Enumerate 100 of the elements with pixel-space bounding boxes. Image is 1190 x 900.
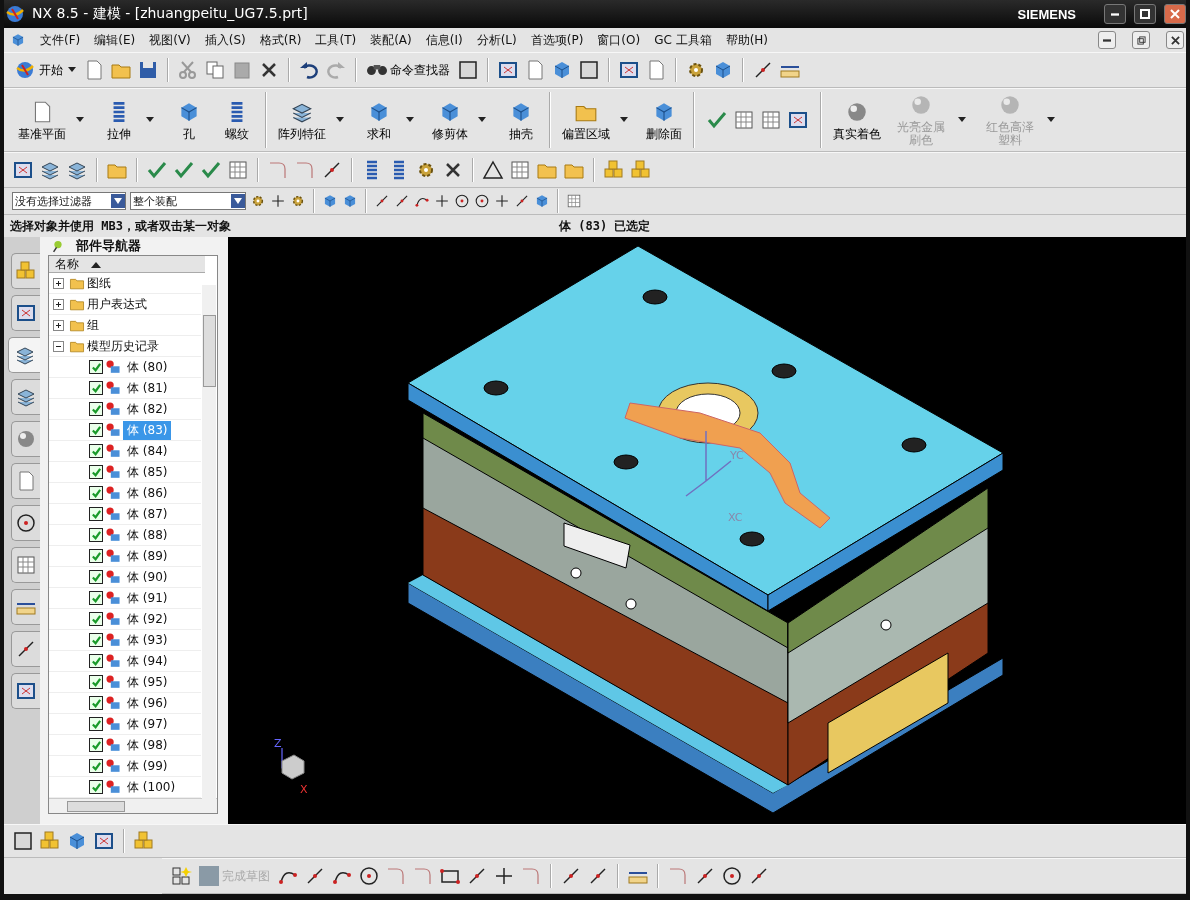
- check-icon[interactable]: [146, 159, 168, 181]
- start-button[interactable]: 开始: [12, 59, 78, 81]
- copy-icon[interactable]: [204, 59, 226, 81]
- tree-item[interactable]: 体 (99): [123, 756, 172, 776]
- menu-item[interactable]: 窗口(O): [597, 31, 641, 49]
- tree-item[interactable]: 体 (84): [123, 441, 172, 461]
- command-finder-button[interactable]: 命令查找器: [365, 61, 452, 79]
- tree-item[interactable]: 体 (96): [123, 693, 172, 713]
- plus-icon[interactable]: [493, 865, 515, 887]
- tree-item[interactable]: 体 (80): [123, 357, 172, 377]
- checkbox[interactable]: [89, 423, 103, 437]
- feature-button[interactable]: 删除面: [640, 97, 688, 143]
- checkbox[interactable]: [89, 402, 103, 416]
- resource-tab[interactable]: [11, 505, 40, 541]
- tree-item[interactable]: 模型历史记录: [87, 337, 159, 355]
- menu-item[interactable]: 格式(R): [259, 31, 302, 49]
- minimize-button[interactable]: [1098, 31, 1116, 49]
- dropdown-arrow-icon[interactable]: [406, 117, 414, 123]
- tree-item[interactable]: 体 (85): [123, 462, 172, 482]
- grid-icon[interactable]: [733, 109, 755, 131]
- expand-icon[interactable]: [53, 277, 64, 289]
- dropdown-arrow-icon[interactable]: [336, 117, 344, 123]
- feature-button[interactable]: 拉伸: [96, 97, 142, 143]
- checkbox[interactable]: [89, 696, 103, 710]
- menu-item[interactable]: 帮助(H): [725, 31, 769, 49]
- checkbox[interactable]: [89, 381, 103, 395]
- menu-item[interactable]: 文件(F): [40, 31, 81, 49]
- filter-dropdown[interactable]: 没有选择过滤器: [12, 192, 126, 210]
- menu-item[interactable]: 插入(S): [204, 31, 246, 49]
- grid-icon[interactable]: [227, 159, 249, 181]
- grid-icon[interactable]: [566, 193, 582, 209]
- tree-item[interactable]: 体 (88): [123, 525, 172, 545]
- menu-item[interactable]: GC 工具箱: [654, 31, 712, 49]
- gear-icon[interactable]: [250, 193, 266, 209]
- tree-item[interactable]: 组: [87, 316, 99, 334]
- plus-icon[interactable]: [270, 193, 286, 209]
- checkbox[interactable]: [89, 591, 103, 605]
- frame-icon[interactable]: [12, 159, 34, 181]
- line-icon[interactable]: [514, 193, 530, 209]
- grid-icon[interactable]: [760, 109, 782, 131]
- tree-item[interactable]: 体 (81): [123, 378, 172, 398]
- tree-item[interactable]: 体 (86): [123, 483, 172, 503]
- menu-item[interactable]: 首选项(P): [530, 31, 584, 49]
- circle-icon[interactable]: [721, 865, 743, 887]
- restore-button[interactable]: [1132, 31, 1150, 49]
- tree-item[interactable]: 体 (97): [123, 714, 172, 734]
- cube-icon[interactable]: [322, 193, 338, 209]
- checkbox[interactable]: [89, 486, 103, 500]
- square-icon[interactable]: [12, 830, 34, 852]
- square-icon[interactable]: [457, 59, 479, 81]
- checkbox[interactable]: [89, 717, 103, 731]
- tree-item[interactable]: 体 (90): [123, 567, 172, 587]
- tree-item[interactable]: 图纸: [87, 274, 111, 292]
- checkbox[interactable]: [89, 738, 103, 752]
- tree-item[interactable]: 体 (82): [123, 399, 172, 419]
- feature-button[interactable]: 基准平面: [12, 97, 72, 143]
- column-header[interactable]: 名称: [49, 256, 205, 273]
- tree-item[interactable]: 用户表达式: [87, 295, 147, 313]
- dropdown-arrow-icon[interactable]: [620, 117, 628, 123]
- tree-item[interactable]: 体 (95): [123, 672, 172, 692]
- close-button[interactable]: [1164, 4, 1186, 24]
- checkbox[interactable]: [89, 444, 103, 458]
- tree-item[interactable]: 体 (100): [123, 777, 180, 797]
- checkbox[interactable]: [89, 360, 103, 374]
- minimize-button[interactable]: [1104, 4, 1126, 24]
- line-icon[interactable]: [394, 193, 410, 209]
- dropdown-arrow-icon[interactable]: [478, 117, 486, 123]
- line-icon[interactable]: [374, 193, 390, 209]
- circle-icon[interactable]: [358, 865, 380, 887]
- undo-icon[interactable]: [298, 59, 320, 81]
- menu-item[interactable]: 装配(A): [370, 31, 412, 49]
- feature-button[interactable]: 修剪体: [426, 97, 474, 143]
- feature-button[interactable]: 偏置区域: [556, 97, 616, 143]
- square-icon[interactable]: [578, 59, 600, 81]
- triangle-icon[interactable]: [482, 159, 504, 181]
- horizontal-scrollbar[interactable]: [49, 798, 217, 813]
- expand-icon[interactable]: [53, 319, 64, 331]
- checkbox[interactable]: [89, 528, 103, 542]
- menu-item[interactable]: 信息(I): [425, 31, 463, 49]
- resource-tab[interactable]: [11, 673, 40, 709]
- tree-item[interactable]: 体 (91): [123, 588, 172, 608]
- cube-icon[interactable]: [534, 193, 550, 209]
- resource-tab[interactable]: [8, 337, 40, 373]
- tree-item[interactable]: 体 (98): [123, 735, 172, 755]
- resource-tab[interactable]: [11, 589, 40, 625]
- feature-button[interactable]: 抽壳: [498, 97, 544, 143]
- checkbox[interactable]: [89, 549, 103, 563]
- checkbox[interactable]: [89, 759, 103, 773]
- close-button[interactable]: [1166, 31, 1184, 49]
- tree-item[interactable]: 体 (93): [123, 630, 172, 650]
- frame-icon[interactable]: [787, 109, 809, 131]
- check-icon[interactable]: [706, 109, 728, 131]
- checkbox[interactable]: [89, 612, 103, 626]
- collapse-icon[interactable]: [53, 340, 64, 352]
- frame-icon[interactable]: [618, 59, 640, 81]
- frame-icon[interactable]: [93, 830, 115, 852]
- checkbox[interactable]: [89, 465, 103, 479]
- checkbox[interactable]: [89, 780, 103, 794]
- dropdown-arrow-icon[interactable]: [146, 117, 154, 123]
- menu-item[interactable]: 工具(T): [315, 31, 357, 49]
